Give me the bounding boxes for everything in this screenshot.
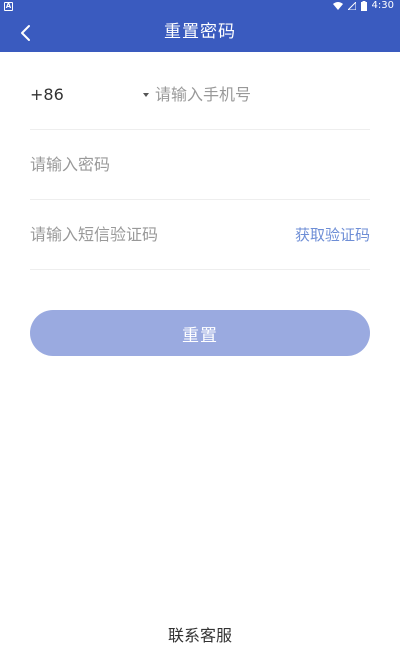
phone-input[interactable] xyxy=(155,74,370,115)
battery-icon xyxy=(360,1,367,11)
app-bar: 重置密码 xyxy=(0,12,400,52)
status-right: 4:30 xyxy=(332,0,394,12)
status-bar: A 4:30 xyxy=(0,0,400,12)
password-row xyxy=(30,130,370,200)
caret-down-icon xyxy=(143,92,149,97)
country-code-value: +86 xyxy=(30,85,64,104)
sms-code-row: 获取验证码 xyxy=(30,200,370,270)
back-button[interactable] xyxy=(10,18,40,48)
phone-row: +86 xyxy=(30,60,370,130)
notification-badge: A xyxy=(4,1,13,11)
country-code-select[interactable]: +86 xyxy=(30,75,155,115)
signal-icon xyxy=(347,2,356,10)
chevron-left-icon xyxy=(21,25,30,41)
status-left: A xyxy=(4,1,13,11)
page-title: 重置密码 xyxy=(164,22,236,42)
wifi-icon xyxy=(332,2,343,10)
sms-code-input[interactable] xyxy=(30,214,295,255)
reset-button[interactable]: 重置 xyxy=(30,310,370,356)
contact-support-link[interactable]: 联系客服 xyxy=(0,622,400,645)
password-input[interactable] xyxy=(30,144,370,185)
status-time: 4:30 xyxy=(371,0,394,11)
reset-form: +86 获取验证码 xyxy=(30,60,370,270)
get-code-button[interactable]: 获取验证码 xyxy=(295,224,370,245)
